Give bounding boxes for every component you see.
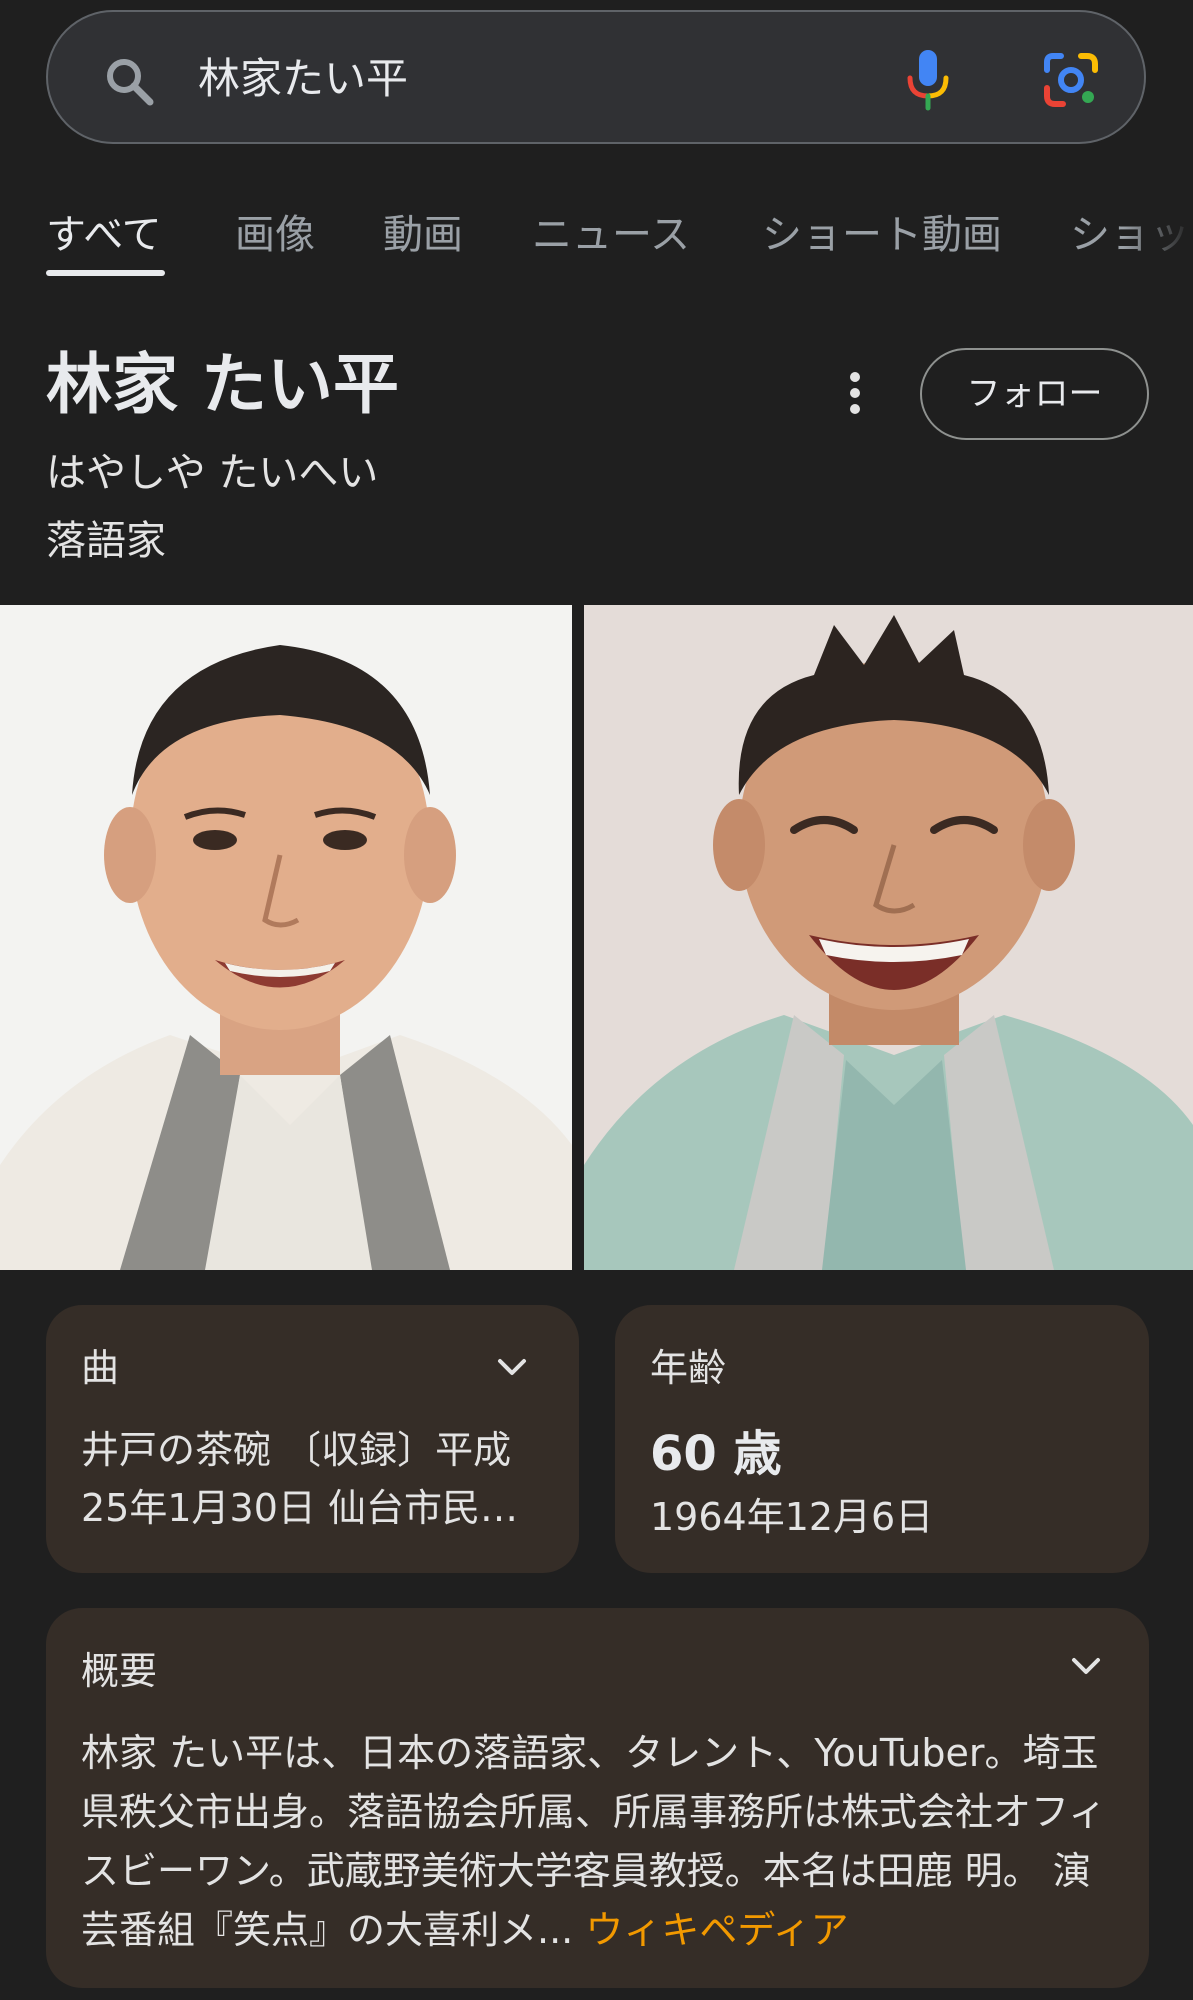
tab-videos[interactable]: 動画: [383, 200, 463, 270]
entity-reading: はやしや たいへい: [46, 450, 379, 496]
active-tab-indicator: [46, 270, 165, 276]
more-vert-icon[interactable]: [835, 365, 875, 421]
birth-date: 1964年12月6日: [650, 1495, 934, 1539]
search-bar[interactable]: 林家たい平: [46, 10, 1146, 144]
tab-short-videos[interactable]: ショート動画: [762, 200, 1002, 270]
entity-title: 林家 たい平: [46, 346, 399, 423]
overview-text: 林家 たい平は、日本の落語家、タレント、YouTuber。埼玉県秩父市出身。落語…: [81, 1724, 1111, 1960]
mic-icon[interactable]: [903, 48, 953, 112]
search-input[interactable]: 林家たい平: [198, 12, 408, 146]
song-card-label: 曲: [81, 1346, 120, 1390]
age-value: 60 歳: [650, 1426, 782, 1482]
age-card[interactable]: 年齢 60 歳 1964年12月6日: [615, 1305, 1149, 1573]
song-card[interactable]: 曲 井戸の茶碗 〔収録〕平成25年1月30日 仙台市民…: [46, 1305, 579, 1573]
entity-photo[interactable]: [584, 605, 1193, 1270]
age-card-label: 年齢: [650, 1346, 727, 1390]
overview-card[interactable]: 概要 林家 たい平は、日本の落語家、タレント、YouTuber。埼玉県秩父市出身…: [46, 1608, 1149, 1988]
tabs-fade: [1123, 200, 1193, 280]
wikipedia-link[interactable]: ウィキペディア: [585, 1908, 848, 1952]
chevron-down-icon[interactable]: [1066, 1646, 1106, 1686]
follow-button[interactable]: フォロー: [920, 348, 1149, 440]
entity-type: 落語家: [46, 518, 166, 564]
tab-all[interactable]: すべて: [46, 200, 162, 270]
search-icon[interactable]: [102, 54, 156, 108]
entity-photo[interactable]: [0, 605, 572, 1270]
song-card-text: 井戸の茶碗 〔収録〕平成25年1月30日 仙台市民…: [81, 1428, 518, 1530]
tab-news[interactable]: ニュース: [532, 200, 690, 270]
overview-card-label: 概要: [81, 1649, 158, 1693]
chevron-down-icon[interactable]: [492, 1347, 532, 1387]
search-tabs: すべて 画像 動画 ニュース ショート動画 ショッ: [0, 200, 1193, 280]
lens-icon[interactable]: [1041, 50, 1101, 110]
tab-images[interactable]: 画像: [235, 200, 315, 270]
